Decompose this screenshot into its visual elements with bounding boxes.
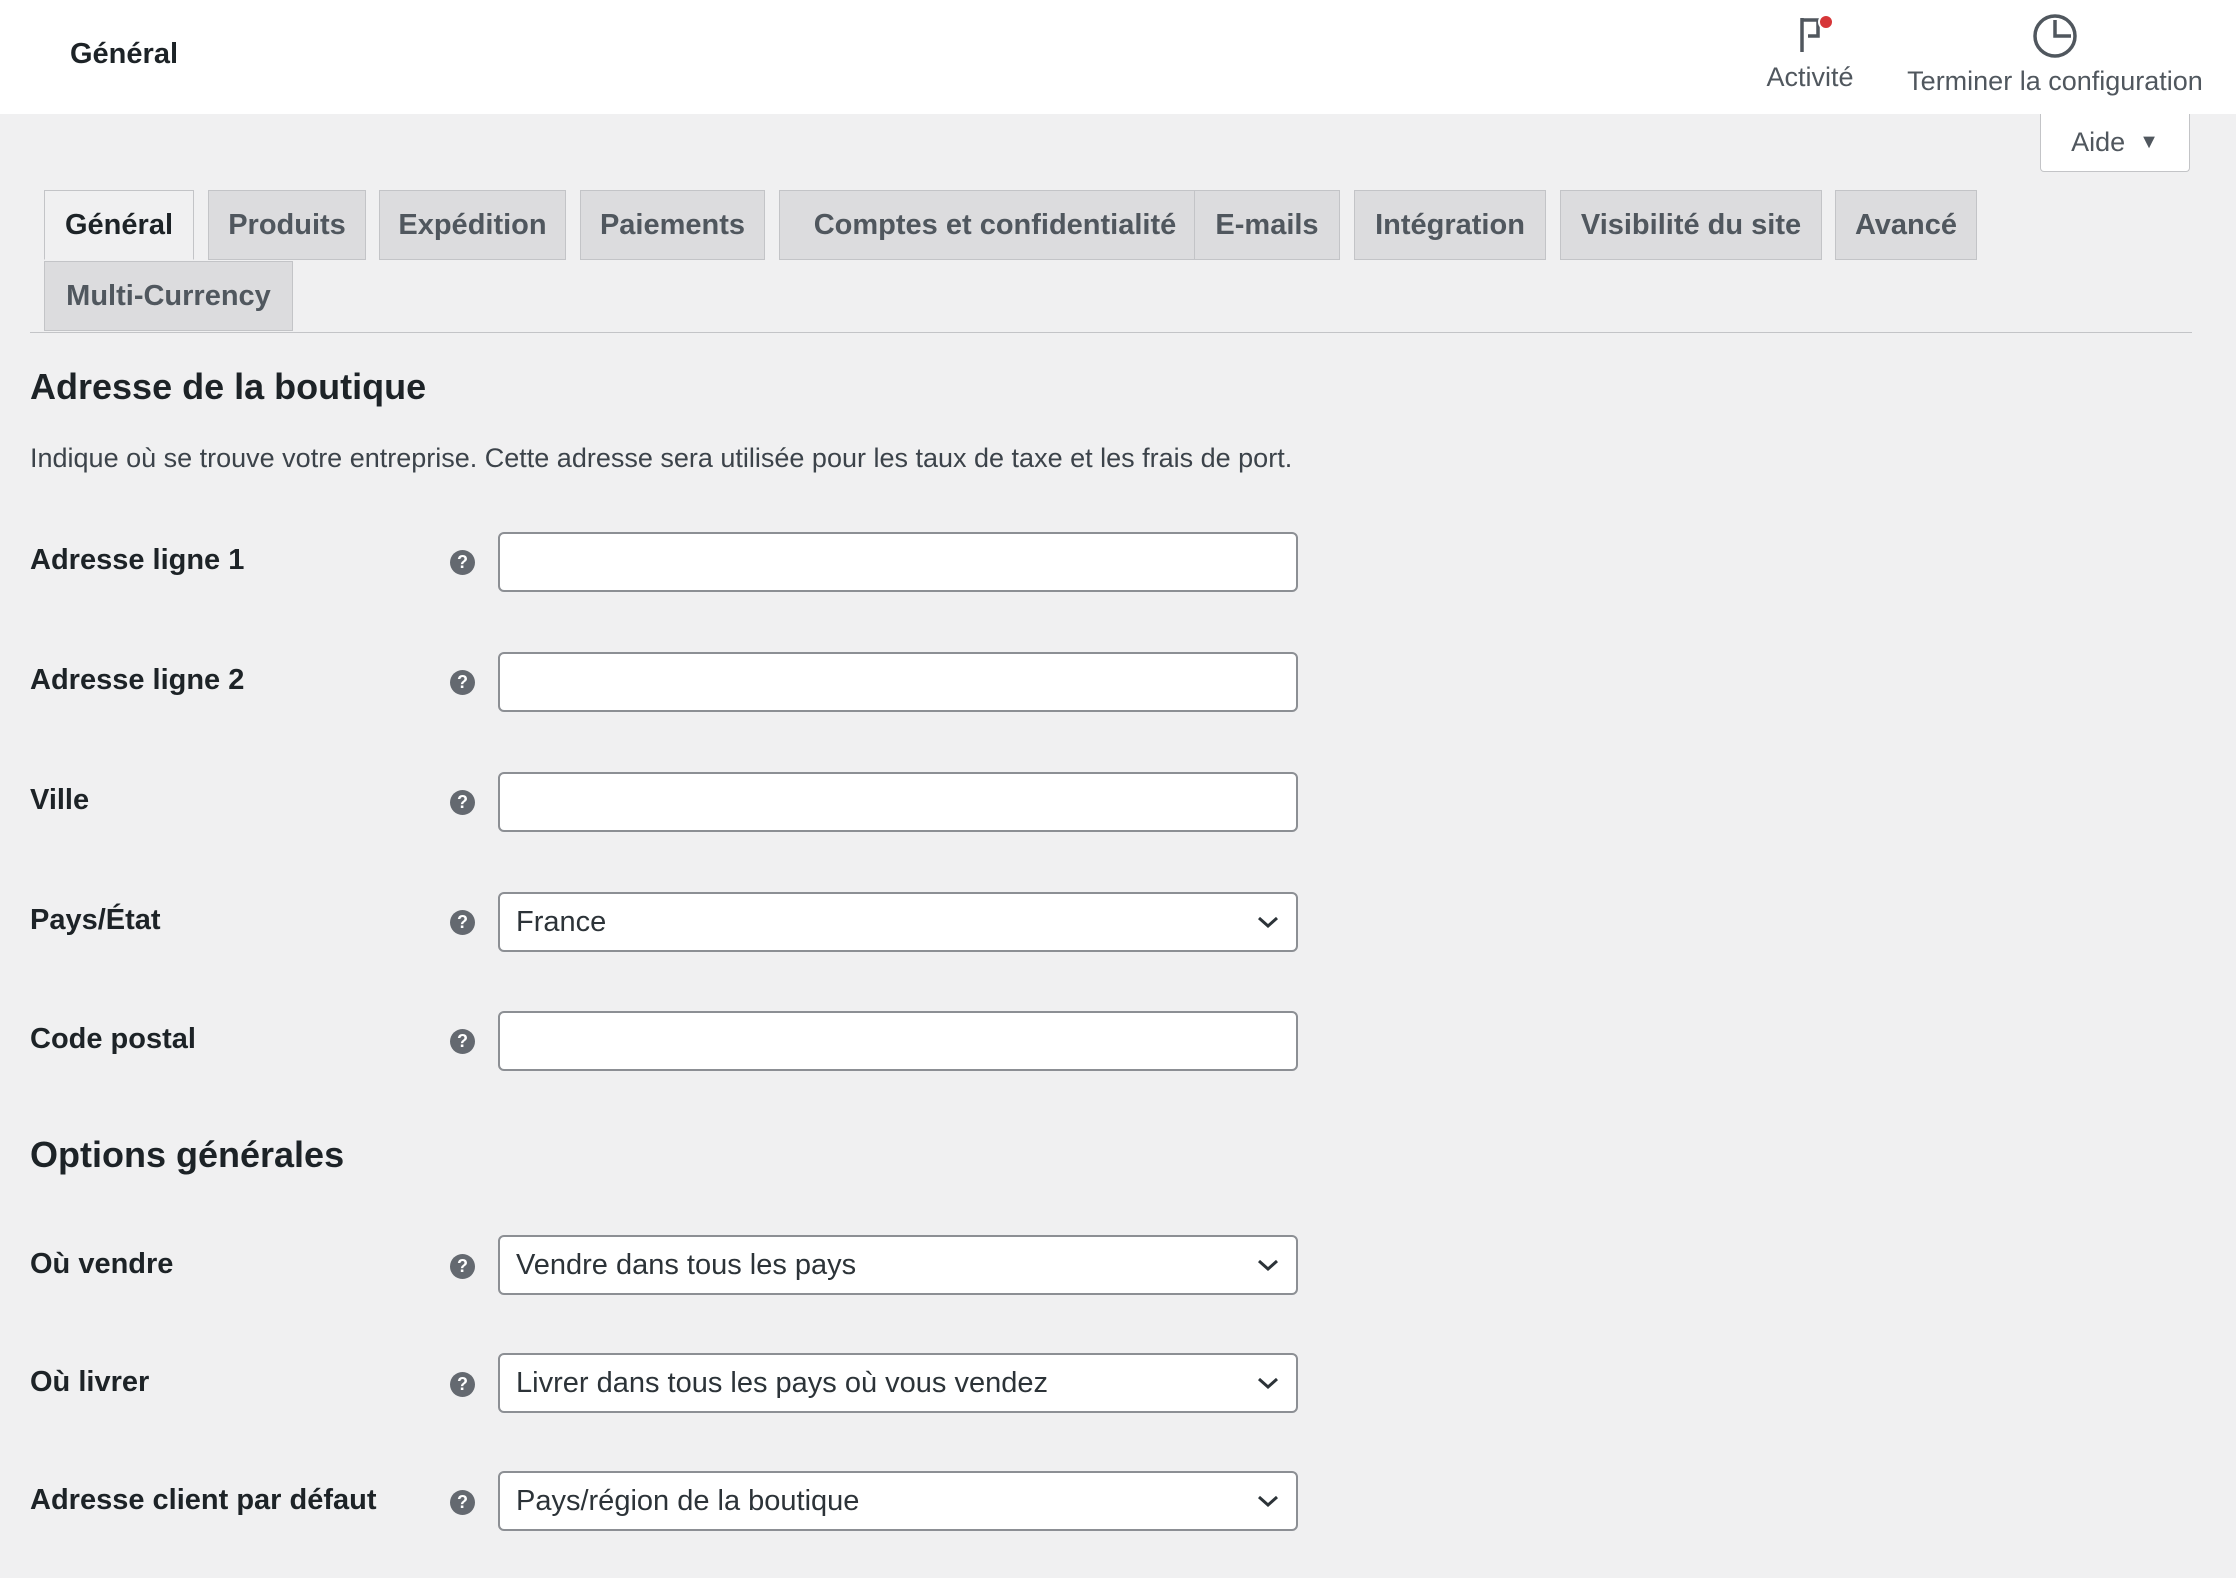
- progress-circle-icon: [2033, 14, 2077, 58]
- address-line-1-input[interactable]: [498, 532, 1298, 592]
- selling-location-value: Vendre dans tous les pays: [516, 1248, 857, 1281]
- chevron-down-icon: [1258, 916, 1278, 929]
- tab-site-visibility[interactable]: Visibilité du site: [1560, 190, 1822, 260]
- chevron-down-icon: [1258, 1495, 1278, 1508]
- address-line-2-label: Adresse ligne 2: [30, 664, 245, 696]
- tab-general[interactable]: Général: [44, 190, 194, 260]
- page-title: Général: [70, 38, 178, 70]
- address-line-1-label: Adresse ligne 1: [30, 544, 245, 576]
- help-tip-icon[interactable]: ?: [450, 790, 475, 815]
- tab-emails[interactable]: E-mails: [1194, 190, 1340, 260]
- settings-tabs: Général Produits Expédition Paiements Co…: [30, 190, 2192, 333]
- tab-shipping[interactable]: Expédition: [379, 190, 566, 260]
- tab-integration[interactable]: Intégration: [1354, 190, 1546, 260]
- country-state-value: France: [516, 905, 607, 938]
- help-tip-icon[interactable]: ?: [450, 1029, 475, 1054]
- city-label: Ville: [30, 784, 90, 816]
- activity-label: Activité: [1766, 62, 1854, 92]
- chevron-down-icon: [1258, 1259, 1278, 1272]
- help-label: Aide: [2071, 127, 2126, 157]
- chevron-down-icon: [1258, 1377, 1278, 1390]
- postal-code-label: Code postal: [30, 1023, 196, 1055]
- tab-payments[interactable]: Paiements: [580, 190, 765, 260]
- tab-accounts-privacy[interactable]: Comptes et confidentialité: [779, 190, 1211, 260]
- city-input[interactable]: [498, 772, 1298, 832]
- store-address-description: Indique où se trouve votre entreprise. C…: [30, 443, 1293, 473]
- country-state-label: Pays/État: [30, 904, 161, 936]
- help-tip-icon[interactable]: ?: [450, 550, 475, 575]
- help-tip-icon[interactable]: ?: [450, 1490, 475, 1515]
- shipping-location-label: Où livrer: [30, 1366, 150, 1398]
- help-tip-icon[interactable]: ?: [450, 910, 475, 935]
- notification-dot: [1818, 14, 1834, 30]
- address-line-2-input[interactable]: [498, 652, 1298, 712]
- tab-advanced[interactable]: Avancé: [1835, 190, 1977, 260]
- top-header: Général Activité Terminer la configurati…: [0, 0, 2236, 114]
- default-customer-address-value: Pays/région de la boutique: [516, 1484, 860, 1517]
- help-tip-icon[interactable]: ?: [450, 1254, 475, 1279]
- country-state-select[interactable]: France: [498, 892, 1298, 952]
- shipping-location-value: Livrer dans tous les pays où vous vendez: [516, 1366, 1048, 1399]
- finish-setup-button[interactable]: Terminer la configuration: [1900, 12, 2210, 97]
- tab-products[interactable]: Produits: [208, 190, 366, 260]
- store-address-title: Adresse de la boutique: [30, 366, 427, 407]
- help-tip-icon[interactable]: ?: [450, 1372, 475, 1397]
- help-button[interactable]: Aide ▼: [2040, 114, 2190, 172]
- activity-button[interactable]: Activité: [1760, 12, 1860, 93]
- tab-multi-currency[interactable]: Multi-Currency: [44, 261, 293, 331]
- postal-code-input[interactable]: [498, 1011, 1298, 1071]
- caret-down-icon: ▼: [2139, 131, 2159, 153]
- finish-setup-label: Terminer la configuration: [1907, 66, 2203, 96]
- general-options-title: Options générales: [30, 1134, 345, 1175]
- help-tip-icon[interactable]: ?: [450, 670, 475, 695]
- shipping-location-select[interactable]: Livrer dans tous les pays où vous vendez: [498, 1353, 1298, 1413]
- selling-location-label: Où vendre: [30, 1248, 174, 1280]
- default-customer-address-select[interactable]: Pays/région de la boutique: [498, 1471, 1298, 1531]
- default-customer-address-label: Adresse client par défaut: [30, 1484, 377, 1516]
- selling-location-select[interactable]: Vendre dans tous les pays: [498, 1235, 1298, 1295]
